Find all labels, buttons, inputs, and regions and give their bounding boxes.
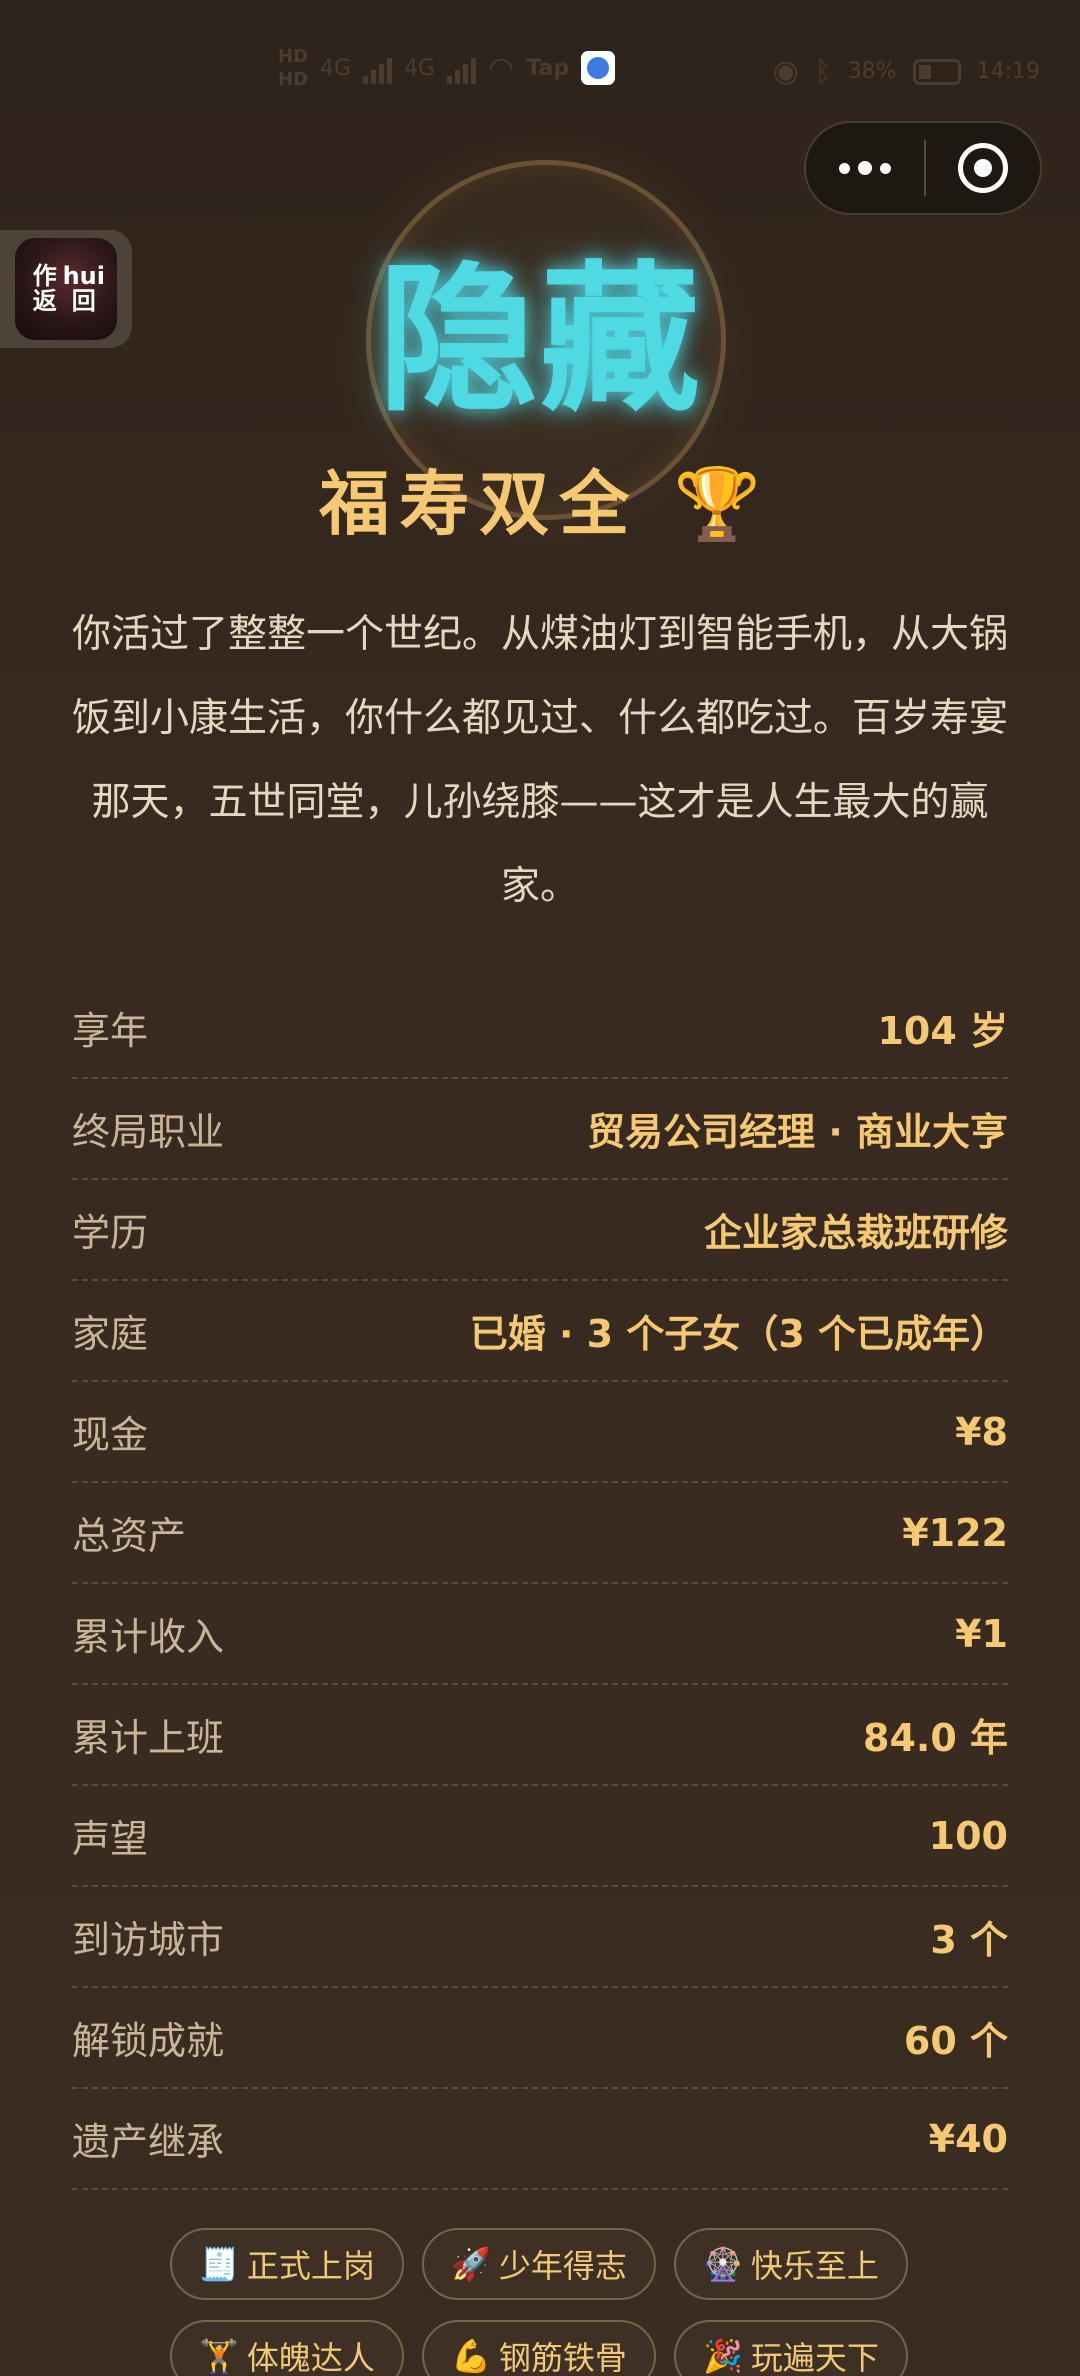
stat-value: ¥40 bbox=[928, 2116, 1008, 2161]
achievement-icon: 🎡 bbox=[703, 2245, 743, 2283]
stat-value: 104 岁 bbox=[877, 1009, 1008, 1053]
stat-row: 遗产继承 ¥40 bbox=[72, 2089, 1008, 2190]
life-stats-list: 享年 104 岁终局职业 贸易公司经理 · 商业大亨学历 企业家总裁班研修家庭 已婚 ·… bbox=[72, 978, 1008, 2190]
stat-label: 遗产继承 bbox=[72, 2120, 225, 2164]
more-dot-icon bbox=[839, 162, 850, 174]
status-time: 14:19 bbox=[976, 59, 1040, 84]
stat-value: 100 bbox=[928, 1813, 1008, 1858]
tap-app-label: Tap bbox=[526, 55, 570, 81]
stat-value: 3 个 bbox=[930, 1918, 1008, 1962]
stat-label: 学历 bbox=[72, 1211, 149, 1255]
achievement-icon: 🧾 bbox=[199, 2245, 239, 2283]
achievement-tag[interactable]: 🚀 少年得志 bbox=[422, 2228, 656, 2300]
stat-label: 累计上班 bbox=[72, 1716, 225, 1760]
stat-row: 享年 104 岁 bbox=[72, 978, 1008, 1079]
target-icon bbox=[958, 143, 1008, 193]
signal-icon-2 bbox=[447, 52, 477, 84]
battery-percent: 38% bbox=[847, 59, 897, 84]
achievement-tags: 🧾 正式上岗 🚀 少年得志 🎡 快乐至上 🏋 体魄达人 💪 钢筋铁骨 🎉 玩遍天下 bbox=[170, 2228, 910, 2376]
stat-value: 84.0 年 bbox=[863, 1716, 1008, 1760]
trophy-icon: 🏆 bbox=[673, 463, 761, 545]
more-options-button[interactable] bbox=[806, 123, 924, 213]
stat-row: 累计收入 ¥1 bbox=[72, 1584, 1008, 1685]
more-dot-icon bbox=[858, 161, 872, 175]
stat-value: 60 个 bbox=[903, 2019, 1008, 2063]
achievement-tag[interactable]: 🎡 快乐至上 bbox=[674, 2228, 908, 2300]
achievement-tag[interactable]: 🎉 玩遍天下 bbox=[674, 2320, 908, 2376]
network-type-1: 4G bbox=[320, 55, 352, 81]
achievement-label: 钢筋铁骨 bbox=[498, 2339, 627, 2376]
stat-row: 终局职业 贸易公司经理 · 商业大亨 bbox=[72, 1079, 1008, 1180]
achievement-icon: 🏋 bbox=[199, 2337, 239, 2375]
eye-icon: ◉ bbox=[772, 54, 799, 89]
stat-row: 解锁成就 60 个 bbox=[72, 1988, 1008, 2089]
network-type-2: 4G bbox=[404, 55, 436, 81]
status-bar: HD HD 4G 4G ◠ Tap ◉ ᛒ 38% 14:19 bbox=[0, 38, 1080, 108]
achievement-icon: 🚀 bbox=[451, 2245, 491, 2283]
signal-icon bbox=[363, 52, 393, 84]
stat-row: 到访城市 3 个 bbox=[72, 1887, 1008, 1988]
ending-title: 福寿双全 🏆 bbox=[0, 448, 1080, 549]
achievement-label: 快乐至上 bbox=[750, 2247, 879, 2285]
battery-icon bbox=[912, 58, 961, 85]
achievement-label: 正式上岗 bbox=[246, 2247, 375, 2285]
achievement-tag[interactable]: 🏋 体魄达人 bbox=[170, 2320, 404, 2376]
achievement-icon: 💪 bbox=[451, 2337, 491, 2375]
ending-description: 你活过了整整一个世纪。从煤油灯到智能手机，从大锅饭到小康生活，你什么都见过、什么… bbox=[72, 612, 1009, 909]
app-notification-icon bbox=[581, 51, 616, 85]
stat-label: 家庭 bbox=[72, 1312, 149, 1356]
achievement-tag[interactable]: 🧾 正式上岗 bbox=[170, 2228, 404, 2300]
stat-row: 声望 100 bbox=[72, 1786, 1008, 1887]
stat-label: 到访城市 bbox=[72, 1918, 225, 1962]
stat-row: 家庭 已婚 · 3 个子女（3 个已成年） bbox=[72, 1281, 1008, 1382]
achievement-icon: 🎉 bbox=[703, 2337, 743, 2375]
status-right: ◉ ᛒ 38% 14:19 bbox=[773, 54, 1040, 89]
stat-value: ¥122 bbox=[902, 1510, 1008, 1555]
achievement-tag[interactable]: 💪 钢筋铁骨 bbox=[422, 2320, 656, 2376]
wifi-icon: ◠ bbox=[488, 50, 515, 86]
game-ending-screen: HD HD 4G 4G ◠ Tap ◉ ᛒ 38% 14:19 作 hui 返 … bbox=[0, 0, 1080, 2376]
stat-label: 声望 bbox=[72, 1817, 149, 1861]
stat-value: 贸易公司经理 · 商业大亨 bbox=[587, 1110, 1008, 1154]
close-miniprogram-button[interactable] bbox=[926, 123, 1040, 213]
stat-label: 解锁成就 bbox=[72, 2019, 225, 2063]
ending-title-text: 福寿双全 bbox=[319, 463, 640, 545]
stat-value: ¥1 bbox=[955, 1611, 1008, 1656]
hd-indicator: HD HD bbox=[278, 46, 308, 90]
stat-label: 现金 bbox=[72, 1413, 149, 1457]
stat-row: 学历 企业家总裁班研修 bbox=[72, 1180, 1008, 1281]
stat-value: 企业家总裁班研修 bbox=[703, 1211, 1008, 1255]
achievement-label: 少年得志 bbox=[498, 2247, 627, 2285]
achievement-label: 体魄达人 bbox=[246, 2339, 375, 2376]
stat-row: 现金 ¥8 bbox=[72, 1382, 1008, 1483]
ending-rarity-badge: 隐藏 bbox=[377, 246, 702, 433]
stat-row: 总资产 ¥122 bbox=[72, 1483, 1008, 1584]
achievement-label: 玩遍天下 bbox=[750, 2339, 879, 2376]
bluetooth-icon: ᛒ bbox=[814, 55, 832, 88]
hd-top-label: HD bbox=[278, 46, 309, 67]
stat-label: 总资产 bbox=[72, 1514, 187, 1558]
status-left: HD HD 4G 4G ◠ Tap bbox=[278, 46, 616, 90]
stat-value: 已婚 · 3 个子女（3 个已成年） bbox=[469, 1312, 1008, 1356]
stat-label: 享年 bbox=[72, 1009, 149, 1053]
miniprogram-capsule bbox=[804, 121, 1042, 215]
hd-bottom-label: HD bbox=[278, 69, 309, 90]
stat-label: 累计收入 bbox=[72, 1615, 225, 1659]
stat-value: ¥8 bbox=[955, 1409, 1008, 1454]
stat-row: 累计上班 84.0 年 bbox=[72, 1685, 1008, 1786]
more-dot-icon bbox=[880, 162, 891, 174]
stat-label: 终局职业 bbox=[72, 1110, 225, 1154]
